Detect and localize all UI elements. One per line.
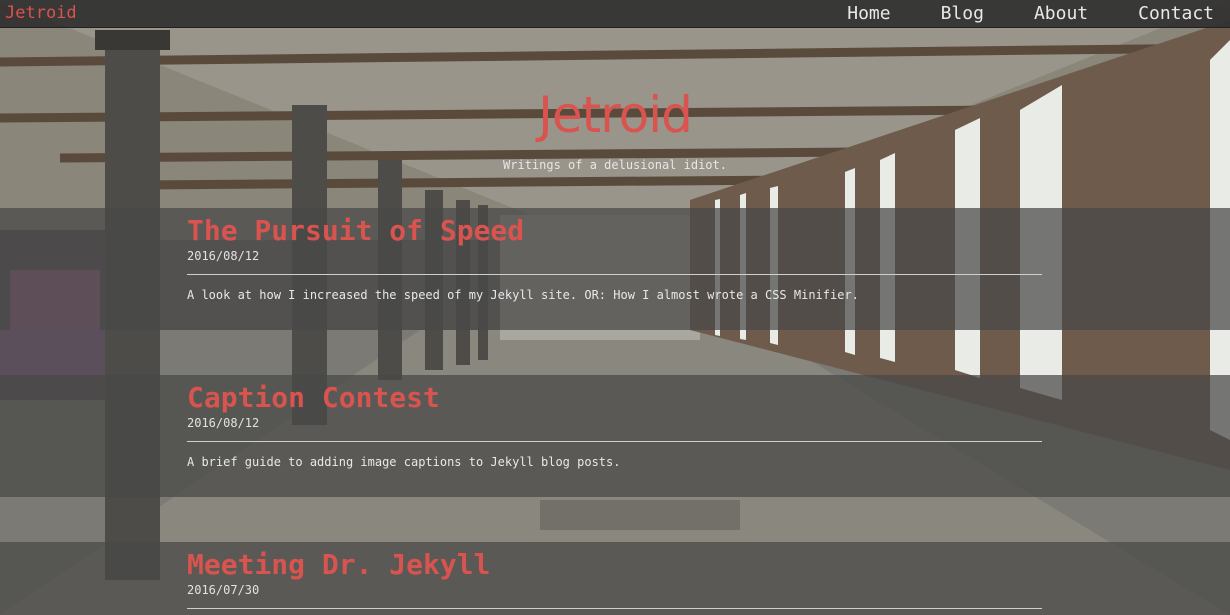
top-navbar: Jetroid Home Blog About Contact — [0, 0, 1230, 28]
main-nav: Home Blog About Contact — [847, 0, 1230, 27]
post-card: Meeting Dr. Jekyll 2016/07/30 — [0, 542, 1230, 615]
nav-home-link[interactable]: Home — [847, 0, 890, 27]
post-divider — [187, 274, 1042, 275]
post-card: Caption Contest 2016/08/12 A brief guide… — [0, 375, 1230, 497]
post-excerpt: A look at how I increased the speed of m… — [187, 288, 859, 302]
post-divider — [187, 608, 1042, 609]
post-excerpt: A brief guide to adding image captions t… — [187, 455, 621, 469]
post-title-link[interactable]: The Pursuit of Speed — [187, 214, 1042, 247]
nav-contact-link[interactable]: Contact — [1138, 0, 1214, 27]
post-date: 2016/08/12 — [187, 416, 260, 430]
post-title-link[interactable]: Meeting Dr. Jekyll — [187, 548, 1042, 581]
hero-subtitle: Writings of a delusional idiot. — [503, 158, 727, 172]
hero-title: Jetroid — [538, 86, 693, 144]
post-date: 2016/07/30 — [187, 583, 260, 597]
post-date: 2016/08/12 — [187, 249, 260, 263]
post-card: The Pursuit of Speed 2016/08/12 A look a… — [0, 208, 1230, 330]
nav-about-link[interactable]: About — [1034, 0, 1088, 27]
post-title-link[interactable]: Caption Contest — [187, 381, 1042, 414]
site-logo-link[interactable]: Jetroid — [5, 3, 77, 23]
nav-blog-link[interactable]: Blog — [941, 0, 984, 27]
post-divider — [187, 441, 1042, 442]
